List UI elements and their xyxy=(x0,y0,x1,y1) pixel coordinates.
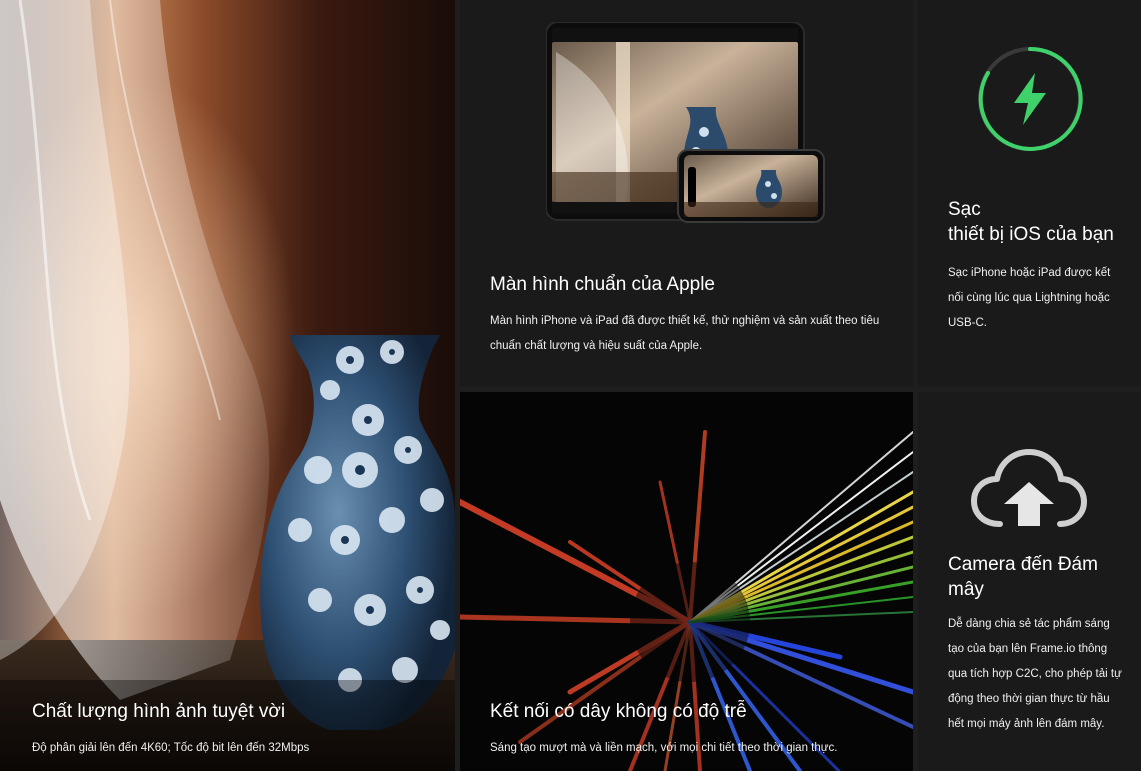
vase-photo xyxy=(0,0,455,771)
feature-title-line: thiết bị iOS của bạn xyxy=(948,224,1114,245)
feature-text-block: Sạc thiết bị iOS của bạn Sạc iPhone hoặc… xyxy=(948,197,1127,336)
feature-text-block: Kết nối có dây không có độ trễ Sáng tạo … xyxy=(490,699,899,761)
feature-text-block: Màn hình chuẩn của Apple Màn hình iPhone… xyxy=(490,272,893,359)
feature-description: Sạc iPhone hoặc iPad được kết nối cùng l… xyxy=(948,267,1111,329)
feature-text-block: Camera đến Đám mây Dễ dàng chia sẻ tác p… xyxy=(948,552,1127,737)
feature-description: Sáng tạo mượt mà và liền mạch, với mọi c… xyxy=(490,742,838,754)
feature-text-block: Chất lượng hình ảnh tuyệt vời Độ phân gi… xyxy=(32,699,439,761)
feature-card-cloud: Camera đến Đám mây Dễ dàng chia sẻ tác p… xyxy=(918,392,1141,771)
feature-card-image-quality: Chất lượng hình ảnh tuyệt vời Độ phân gi… xyxy=(0,0,455,771)
feature-card-wired: Kết nối có dây không có độ trễ Sáng tạo … xyxy=(460,392,913,771)
feature-title: Kết nối có dây không có độ trễ xyxy=(490,701,747,722)
ipad-iphone-mockup xyxy=(546,22,825,223)
feature-description: Độ phân giải lên đến 4K60; Tốc độ bit lê… xyxy=(32,742,310,754)
feature-card-apple-display: Màn hình chuẩn của Apple Màn hình iPhone… xyxy=(460,0,913,386)
feature-title: Màn hình chuẩn của Apple xyxy=(490,274,716,295)
lightning-bolt-icon xyxy=(978,46,1083,151)
feature-title-line: Sạc xyxy=(948,199,981,220)
feature-title: Sạc thiết bị iOS của bạn xyxy=(948,197,1127,247)
feature-title: Chất lượng hình ảnh tuyệt vời xyxy=(32,701,286,722)
feature-description: Dễ dàng chia sẻ tác phẩm sáng tạo của bạ… xyxy=(948,618,1122,730)
cloud-upload-icon xyxy=(971,449,1087,527)
feature-card-charging: Sạc thiết bị iOS của bạn Sạc iPhone hoặc… xyxy=(918,0,1141,386)
feature-description: Màn hình iPhone và iPad đã được thiết kế… xyxy=(490,315,880,352)
feature-title: Camera đến Đám mây xyxy=(948,554,1098,600)
